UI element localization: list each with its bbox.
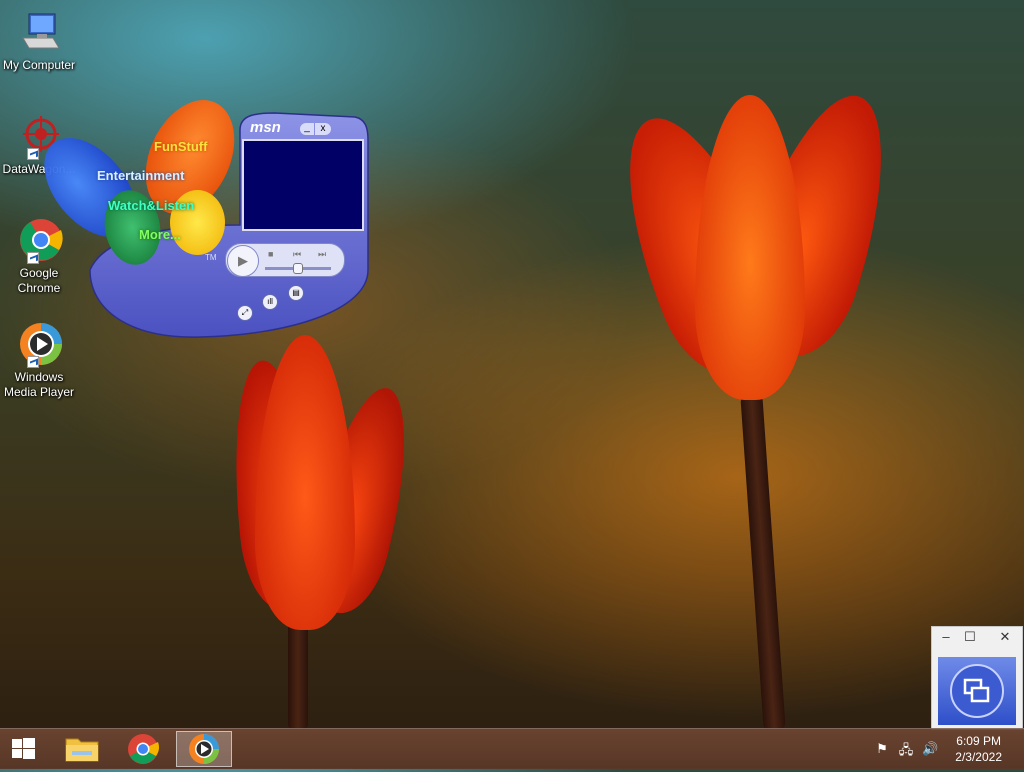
shortcut-arrow-icon — [27, 148, 39, 160]
network-icon[interactable]: 🖧 — [898, 741, 914, 757]
clock-time: 6:09 PM — [956, 734, 1001, 748]
shortcut-arrow-icon — [27, 356, 39, 368]
mini-maximize-button[interactable]: ☐ — [956, 627, 984, 647]
volume-slider-thumb[interactable] — [293, 263, 303, 274]
mini-window-content — [938, 657, 1016, 725]
stop-button[interactable]: ■ — [268, 249, 273, 259]
desktop-icon-label: My Computer — [2, 58, 76, 72]
mini-window-titlebar[interactable]: – ☐ ✕ — [932, 627, 1022, 649]
menu-funstuff[interactable]: FunStuff — [154, 139, 207, 154]
clock-date: 2/3/2022 — [955, 750, 1002, 764]
mini-close-button[interactable]: ✕ — [988, 627, 1022, 647]
minimize-button[interactable]: _ — [300, 123, 314, 135]
tulip-stem — [740, 394, 786, 731]
previous-button[interactable]: ⏮ — [293, 249, 301, 260]
windows-logo-icon — [12, 738, 35, 759]
msn-logo: msn — [250, 119, 281, 136]
clock[interactable]: 6:09 PM 2/3/2022 — [955, 733, 1002, 765]
folder-icon — [65, 738, 99, 762]
menu-more[interactable]: More... — [139, 227, 181, 242]
chrome-button[interactable] — [115, 731, 171, 767]
menu-watch-listen[interactable]: Watch&Listen — [108, 198, 194, 213]
popout-button[interactable]: ⤢ — [237, 305, 253, 321]
file-explorer-button[interactable] — [54, 731, 110, 767]
switch-window-icon — [950, 664, 1004, 718]
tulip-petal — [695, 95, 805, 400]
desktop-icon-label: Windows Media Player — [3, 370, 75, 399]
start-button[interactable] — [0, 731, 48, 767]
volume-icon[interactable]: 🔊 — [922, 741, 938, 757]
playlist-button[interactable]: ▤ — [288, 285, 304, 301]
menu-entertainment[interactable]: Entertainment — [97, 168, 184, 183]
media-player-taskbar-icon — [189, 734, 219, 764]
close-button[interactable]: x — [315, 123, 331, 135]
video-screen — [242, 139, 364, 231]
media-player-button[interactable] — [176, 731, 232, 767]
msn-player-window[interactable]: FunStuff Entertainment Watch&Listen More… — [26, 85, 370, 340]
tulip-stem — [288, 620, 308, 730]
desktop-icon-my-computer[interactable]: My Computer — [0, 8, 78, 73]
action-center-flag-icon[interactable]: ⚑ — [874, 741, 890, 757]
next-button[interactable]: ⏭ — [318, 249, 326, 260]
chrome-taskbar-icon — [128, 734, 159, 764]
equalizer-button[interactable]: ıll — [262, 294, 278, 310]
computer-icon — [15, 8, 63, 56]
shortcut-arrow-icon — [27, 252, 39, 264]
taskbar: ⚑ 🖧 🔊 6:09 PM 2/3/2022 — [0, 728, 1024, 769]
mini-window[interactable]: – ☐ ✕ — [931, 626, 1023, 730]
play-button[interactable]: ▶ — [227, 245, 259, 277]
trademark-label: TM — [205, 253, 217, 262]
